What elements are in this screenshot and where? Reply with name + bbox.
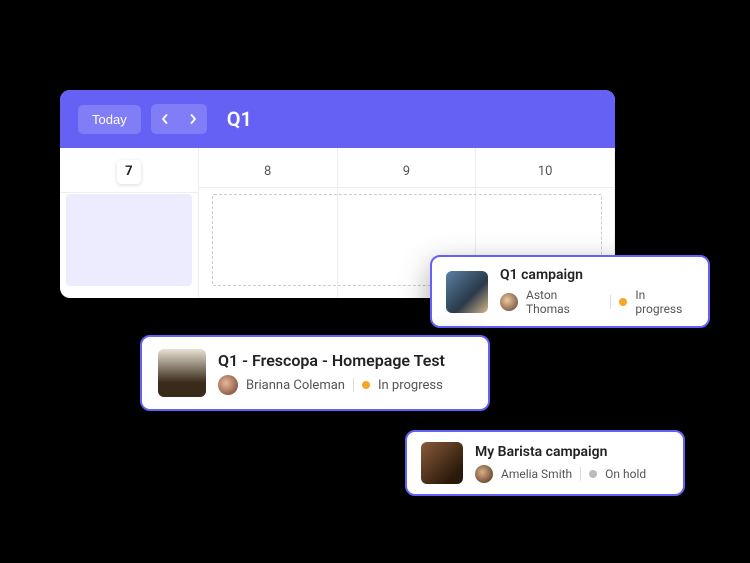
owner-avatar (475, 465, 493, 483)
owner-avatar (218, 375, 238, 395)
task-card-body: My Barista campaign Amelia Smith On hold (475, 444, 669, 483)
calendar-title: Q1 (227, 107, 252, 131)
day-number: 9 (403, 164, 410, 179)
task-card[interactable]: Q1 - Frescopa - Homepage Test Brianna Co… (140, 335, 490, 411)
task-card-body: Q1 campaign Aston Thomas In progress (500, 267, 694, 316)
day-number: 7 (117, 160, 141, 184)
nav-button-group (151, 104, 207, 134)
divider (610, 295, 611, 309)
today-button[interactable]: Today (78, 105, 141, 134)
task-card[interactable]: My Barista campaign Amelia Smith On hold (405, 430, 685, 496)
status-label: On hold (605, 467, 646, 481)
status-dot-icon (619, 298, 627, 306)
task-title: Q1 campaign (500, 267, 694, 283)
next-button[interactable] (179, 104, 207, 134)
owner-avatar (500, 293, 518, 311)
day-header: 7 (60, 148, 198, 193)
chevron-left-icon (160, 114, 170, 124)
task-title: My Barista campaign (475, 444, 669, 460)
task-title: Q1 - Frescopa - Homepage Test (218, 351, 472, 370)
task-meta: Aston Thomas In progress (500, 288, 694, 316)
chevron-right-icon (188, 114, 198, 124)
owner-name: Amelia Smith (501, 467, 572, 481)
task-meta: Brianna Coleman In progress (218, 375, 472, 395)
owner-name: Brianna Coleman (246, 378, 345, 393)
owner-name: Aston Thomas (526, 288, 602, 316)
day-number: 8 (264, 164, 271, 179)
day-column[interactable]: 7 (60, 148, 199, 298)
prev-button[interactable] (151, 104, 179, 134)
divider (353, 378, 354, 392)
status-label: In progress (635, 288, 694, 316)
task-card-body: Q1 - Frescopa - Homepage Test Brianna Co… (218, 351, 472, 395)
task-card[interactable]: Q1 campaign Aston Thomas In progress (430, 255, 710, 328)
divider (580, 467, 581, 481)
selected-day-slot (66, 194, 192, 286)
task-thumbnail (158, 349, 206, 397)
status-label: In progress (378, 378, 443, 393)
task-meta: Amelia Smith On hold (475, 465, 669, 483)
status-dot-icon (362, 381, 370, 389)
calendar-header: Today Q1 (60, 90, 615, 148)
status-dot-icon (589, 470, 597, 478)
task-thumbnail (446, 271, 488, 313)
task-thumbnail (421, 442, 463, 484)
day-header: 8 (199, 148, 337, 188)
day-header: 10 (476, 148, 614, 188)
day-header: 9 (338, 148, 476, 188)
day-number: 10 (538, 164, 553, 179)
